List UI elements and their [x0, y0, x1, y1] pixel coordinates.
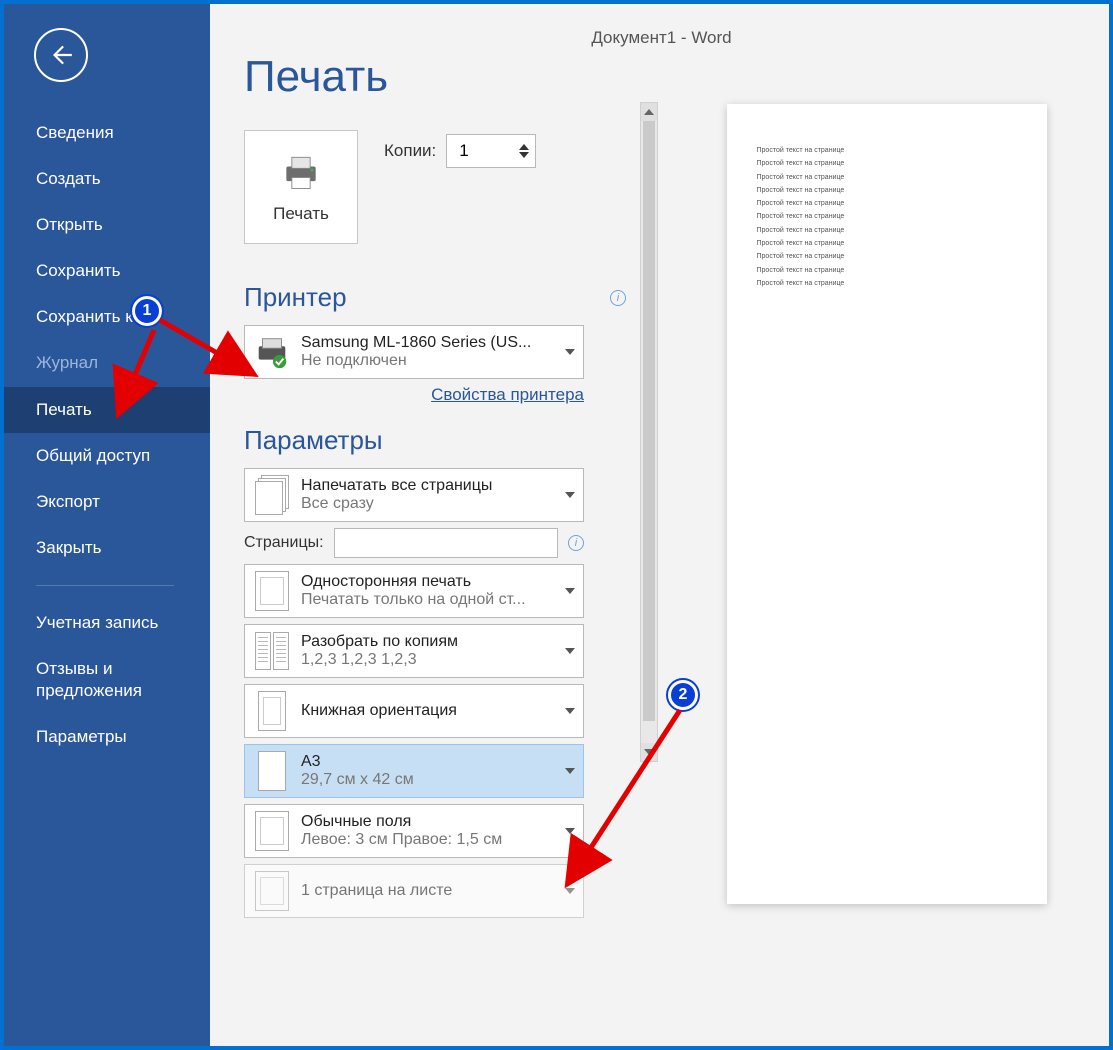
collate-sub: 1,2,3 1,2,3 1,2,3: [301, 651, 551, 669]
preview-text-line: Простой текст на странице: [757, 237, 1017, 250]
margins-sub: Левое: 3 см Правое: 1,5 см: [301, 831, 551, 849]
chevron-down-icon: [565, 588, 575, 594]
collate-dropdown[interactable]: Разобрать по копиям 1,2,3 1,2,3 1,2,3: [244, 624, 584, 678]
print-button-label: Печать: [273, 204, 329, 224]
margins-dropdown[interactable]: Обычные поля Левое: 3 см Правое: 1,5 см: [244, 804, 584, 858]
preview-text-line: Простой текст на странице: [757, 277, 1017, 290]
copies-value: 1: [459, 141, 468, 161]
preview-text-line: Простой текст на странице: [757, 210, 1017, 223]
back-button[interactable]: [34, 28, 88, 82]
printer-name: Samsung ML-1860 Series (US...: [301, 334, 551, 352]
chevron-down-icon: [565, 349, 575, 355]
printer-dropdown[interactable]: Samsung ML-1860 Series (US... Не подключ…: [244, 325, 584, 379]
nav-item-export[interactable]: Экспорт: [0, 479, 210, 525]
copies-label: Копии:: [384, 141, 436, 161]
nav-item-open[interactable]: Открыть: [0, 202, 210, 248]
print-range-sub: Все сразу: [301, 495, 551, 513]
nav-item-account[interactable]: Учетная запись: [0, 600, 210, 646]
margins-icon: [253, 811, 291, 851]
printer-status: Не подключен: [301, 352, 551, 370]
nav-item-share[interactable]: Общий доступ: [0, 433, 210, 479]
print-range-dropdown[interactable]: Напечатать все страницы Все сразу: [244, 468, 584, 522]
collate-icon: [253, 631, 291, 671]
pages-stack-icon: [253, 475, 291, 515]
nav-item-feedback[interactable]: Отзывы и предложения: [0, 646, 210, 714]
backstage-sidebar: Сведения Создать Открыть Сохранить Сохра…: [0, 0, 210, 1050]
print-range-label: Напечатать все страницы: [301, 477, 551, 495]
printer-properties-link[interactable]: Свойства принтера: [244, 385, 584, 405]
collate-label: Разобрать по копиям: [301, 633, 551, 651]
preview-text-line: Простой текст на странице: [757, 250, 1017, 263]
chevron-down-icon: [565, 828, 575, 834]
copies-spinner-down[interactable]: [519, 152, 529, 158]
one-page-icon: [253, 871, 291, 911]
copies-spinner-up[interactable]: [519, 144, 529, 150]
preview-text-line: Простой текст на странице: [757, 224, 1017, 237]
nav-item-print[interactable]: Печать: [0, 387, 210, 433]
sides-dropdown[interactable]: Односторонняя печать Печатать только на …: [244, 564, 584, 618]
chevron-down-icon: [565, 492, 575, 498]
info-icon[interactable]: i: [568, 535, 584, 551]
paper-size-label: A3: [301, 753, 551, 771]
pages-label: Страницы:: [244, 534, 324, 552]
chevron-down-icon: [565, 888, 575, 894]
preview-text-line: Простой текст на странице: [757, 197, 1017, 210]
pages-per-sheet-dropdown[interactable]: 1 страница на листе: [244, 864, 584, 918]
info-icon[interactable]: i: [610, 290, 626, 306]
nav-item-new[interactable]: Создать: [0, 156, 210, 202]
copies-input[interactable]: 1: [446, 134, 536, 168]
preview-text-line: Простой текст на странице: [757, 157, 1017, 170]
nav-item-saveas[interactable]: Сохранить как: [0, 294, 210, 340]
settings-section-header: Параметры: [244, 425, 383, 456]
preview-text-line: Простой текст на странице: [757, 184, 1017, 197]
paper-size-sub: 29,7 см x 42 см: [301, 771, 551, 789]
nav-separator: [36, 585, 174, 586]
nav-item-save[interactable]: Сохранить: [0, 248, 210, 294]
one-sided-icon: [253, 571, 291, 611]
scroll-thumb[interactable]: [643, 121, 655, 721]
print-button[interactable]: Печать: [244, 130, 358, 244]
chevron-down-icon: [565, 768, 575, 774]
orientation-dropdown[interactable]: Книжная ориентация: [244, 684, 584, 738]
scroll-up-button[interactable]: [641, 103, 657, 121]
preview-text-line: Простой текст на странице: [757, 264, 1017, 277]
paper-size-dropdown[interactable]: A3 29,7 см x 42 см: [244, 744, 584, 798]
nav-item-journal[interactable]: Журнал: [0, 340, 210, 386]
printer-device-icon: [253, 332, 291, 372]
chevron-down-icon: [565, 708, 575, 714]
sides-label: Односторонняя печать: [301, 573, 551, 591]
page-title: Печать: [244, 52, 636, 102]
margins-label: Обычные поля: [301, 813, 551, 831]
printer-section-header: Принтер: [244, 282, 347, 313]
settings-scrollbar[interactable]: [640, 102, 658, 762]
orientation-label: Книжная ориентация: [301, 702, 551, 720]
per-sheet-label: 1 страница на листе: [301, 882, 551, 900]
pages-input[interactable]: [334, 528, 558, 558]
nav-item-info[interactable]: Сведения: [0, 110, 210, 156]
nav-item-close[interactable]: Закрыть: [0, 525, 210, 571]
printer-icon: [279, 150, 323, 194]
portrait-icon: [253, 691, 291, 731]
preview-text-line: Простой текст на странице: [757, 171, 1017, 184]
chevron-down-icon: [565, 648, 575, 654]
sides-sub: Печатать только на одной ст...: [301, 591, 551, 609]
nav-item-options[interactable]: Параметры: [0, 714, 210, 760]
page-preview: Простой текст на страницеПростой текст н…: [727, 104, 1047, 904]
window-title: Документ1 - Word: [210, 0, 1113, 48]
preview-text-line: Простой текст на странице: [757, 144, 1017, 157]
paper-icon: [253, 751, 291, 791]
arrow-left-icon: [48, 42, 74, 68]
scroll-down-button[interactable]: [641, 743, 657, 761]
